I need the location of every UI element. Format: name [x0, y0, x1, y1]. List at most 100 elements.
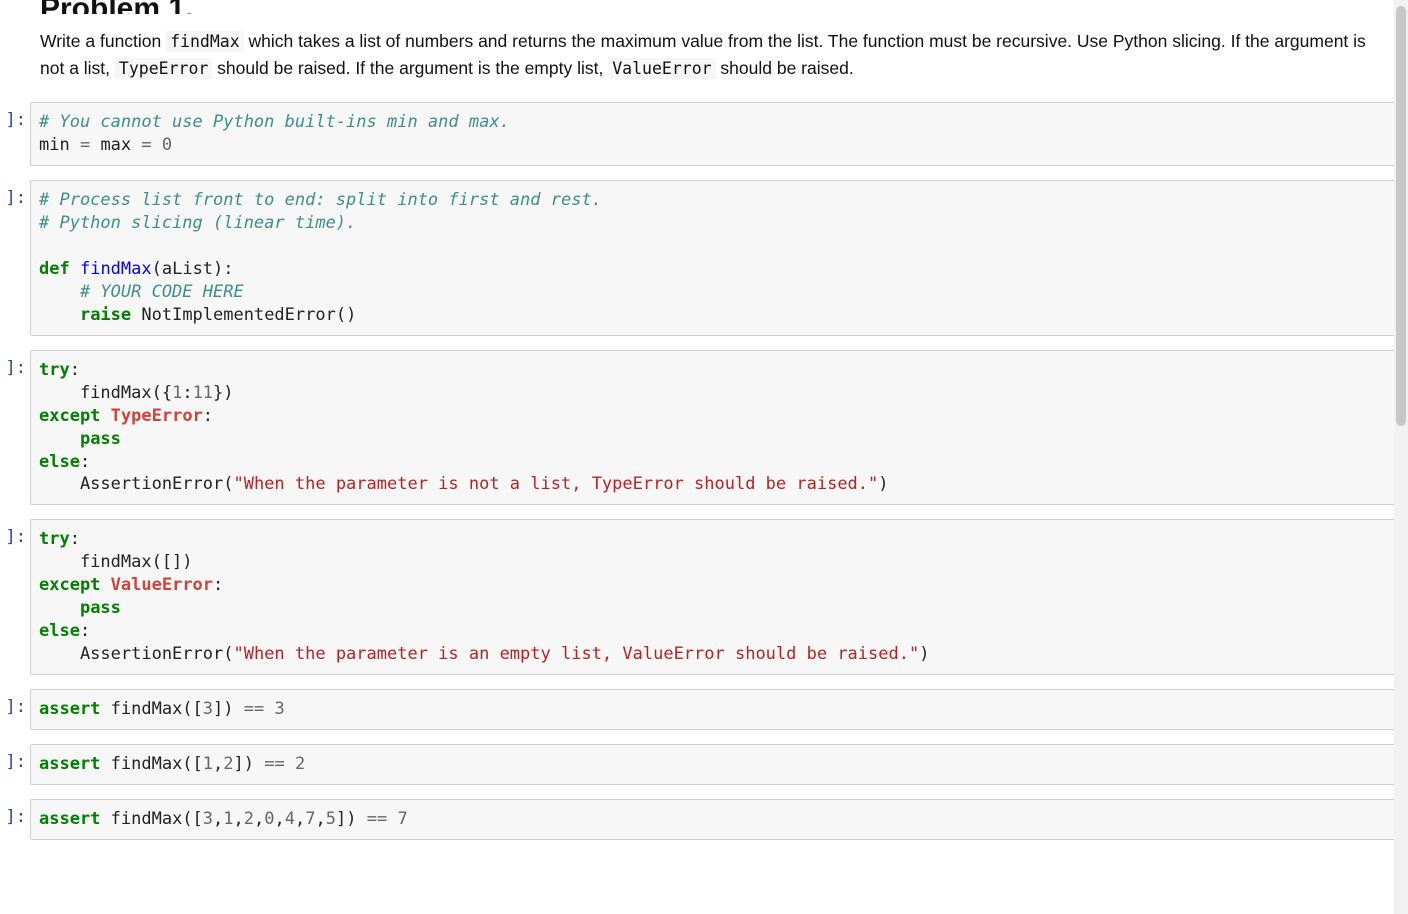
- code-def-name: findMax: [80, 259, 152, 279]
- code-content: assert findMax([1,2]) == 2: [39, 753, 1387, 776]
- code-text: ,: [254, 809, 264, 829]
- cell-prompt: ]:: [0, 799, 30, 827]
- code-content: # You cannot use Python built-ins min an…: [39, 111, 1387, 157]
- code-content: try: findMax([]) except ValueError: pass…: [39, 528, 1387, 666]
- code-input-area[interactable]: assert findMax([1,2]) == 2: [30, 744, 1396, 785]
- code-text: ,: [295, 809, 305, 829]
- code-number: 3: [203, 809, 213, 829]
- code-cell: ]: assert findMax([3]) == 3: [0, 689, 1408, 730]
- code-text: [100, 406, 110, 426]
- code-number: 5: [326, 809, 336, 829]
- code-text: [39, 305, 80, 325]
- code-comment: # Process list front to end: split into …: [39, 190, 602, 210]
- code-cell: ]: try: findMax({1:11}) except TypeError…: [0, 350, 1408, 506]
- code-cell: ]: assert findMax([1,2]) == 2: [0, 744, 1408, 785]
- code-keyword: except: [39, 575, 100, 595]
- problem-description: Write a function findMax which takes a l…: [40, 28, 1378, 82]
- code-text: [39, 598, 80, 618]
- code-text: [39, 429, 80, 449]
- code-number: 2: [295, 754, 305, 774]
- code-keyword: assert: [39, 809, 100, 829]
- code-text: findMax([]): [39, 552, 193, 572]
- cell-prompt: ]:: [0, 689, 30, 717]
- code-number: 7: [397, 809, 407, 829]
- code-text: ,: [234, 809, 244, 829]
- code-text: :: [70, 529, 80, 549]
- inline-code-valueerror: ValueError: [608, 58, 715, 79]
- code-text: [70, 259, 80, 279]
- cell-prompt: ]:: [0, 744, 30, 772]
- code-content: # Process list front to end: split into …: [39, 189, 1387, 327]
- code-text: }): [213, 383, 233, 403]
- problem-title: Problem 1.: [40, 0, 1378, 14]
- code-input-area[interactable]: # You cannot use Python built-ins min an…: [30, 102, 1396, 166]
- code-text: [285, 754, 295, 774]
- inline-code-typeerror: TypeError: [115, 58, 212, 79]
- code-input-area[interactable]: # Process list front to end: split into …: [30, 180, 1396, 336]
- code-number: 7: [305, 809, 315, 829]
- code-comment: # You cannot use Python built-ins min an…: [39, 112, 510, 132]
- notebook-page: Problem 1. Write a function findMax whic…: [0, 0, 1408, 914]
- code-text: AssertionError(: [39, 474, 233, 494]
- code-input-area[interactable]: assert findMax([3]) == 3: [30, 689, 1396, 730]
- code-error-name: TypeError: [111, 406, 203, 426]
- code-keyword: else: [39, 621, 80, 641]
- code-text: ): [878, 474, 888, 494]
- cell-prompt: ]:: [0, 519, 30, 547]
- code-text: NotImplementedError(): [131, 305, 356, 325]
- code-text: ,: [275, 809, 285, 829]
- code-input-area[interactable]: try: findMax({1:11}) except TypeError: p…: [30, 350, 1396, 506]
- code-text: ]): [336, 809, 367, 829]
- code-text: [100, 575, 110, 595]
- code-string: "When the parameter is an empty list, Va…: [233, 644, 919, 664]
- code-text: min: [39, 135, 80, 155]
- code-op: ==: [367, 809, 387, 829]
- code-keyword: assert: [39, 754, 100, 774]
- code-text: findMax([: [100, 699, 202, 719]
- scrollbar-thumb[interactable]: [1396, 6, 1406, 426]
- code-keyword: raise: [80, 305, 131, 325]
- code-keyword: except: [39, 406, 100, 426]
- code-number: 4: [285, 809, 295, 829]
- code-input-area[interactable]: assert findMax([3,1,2,0,4,7,5]) == 7: [30, 799, 1396, 840]
- code-text: [387, 809, 397, 829]
- code-op: =: [141, 135, 151, 155]
- code-text: max: [90, 135, 141, 155]
- code-cell: ]: # Process list front to end: split in…: [0, 180, 1408, 336]
- code-text: :: [80, 621, 90, 641]
- cell-prompt: ]:: [0, 180, 30, 208]
- markdown-cell: Problem 1. Write a function findMax whic…: [0, 0, 1408, 82]
- code-number: 11: [193, 383, 213, 403]
- code-number: 2: [244, 809, 254, 829]
- cell-prompt: ]:: [0, 350, 30, 378]
- code-keyword: pass: [80, 598, 121, 618]
- code-text: ]): [234, 754, 265, 774]
- code-text: [264, 699, 274, 719]
- scrollbar-track[interactable]: [1394, 0, 1408, 914]
- code-text: [152, 135, 162, 155]
- code-cell: ]: try: findMax([]) except ValueError: p…: [0, 519, 1408, 675]
- code-op: =: [80, 135, 90, 155]
- code-text: :: [80, 452, 90, 472]
- code-number: 2: [223, 754, 233, 774]
- code-keyword: assert: [39, 699, 100, 719]
- code-content: assert findMax([3,1,2,0,4,7,5]) == 7: [39, 808, 1387, 831]
- code-text: findMax([: [100, 754, 202, 774]
- desc-text: Write a function: [40, 31, 166, 51]
- code-cell: ]: # You cannot use Python built-ins min…: [0, 102, 1408, 166]
- code-text: ,: [213, 809, 223, 829]
- code-op: ==: [244, 699, 264, 719]
- code-keyword: else: [39, 452, 80, 472]
- cell-prompt: ]:: [0, 102, 30, 130]
- code-text: :: [213, 575, 223, 595]
- code-comment: # YOUR CODE HERE: [39, 282, 244, 302]
- code-input-area[interactable]: try: findMax([]) except ValueError: pass…: [30, 519, 1396, 675]
- code-number: 3: [203, 699, 213, 719]
- code-text: :: [70, 360, 80, 380]
- code-text: ,: [213, 754, 223, 774]
- code-comment: # Python slicing (linear time).: [39, 213, 356, 233]
- code-text: (aList):: [152, 259, 234, 279]
- desc-text: should be raised.: [716, 58, 854, 78]
- code-text: ,: [316, 809, 326, 829]
- code-text: AssertionError(: [39, 644, 233, 664]
